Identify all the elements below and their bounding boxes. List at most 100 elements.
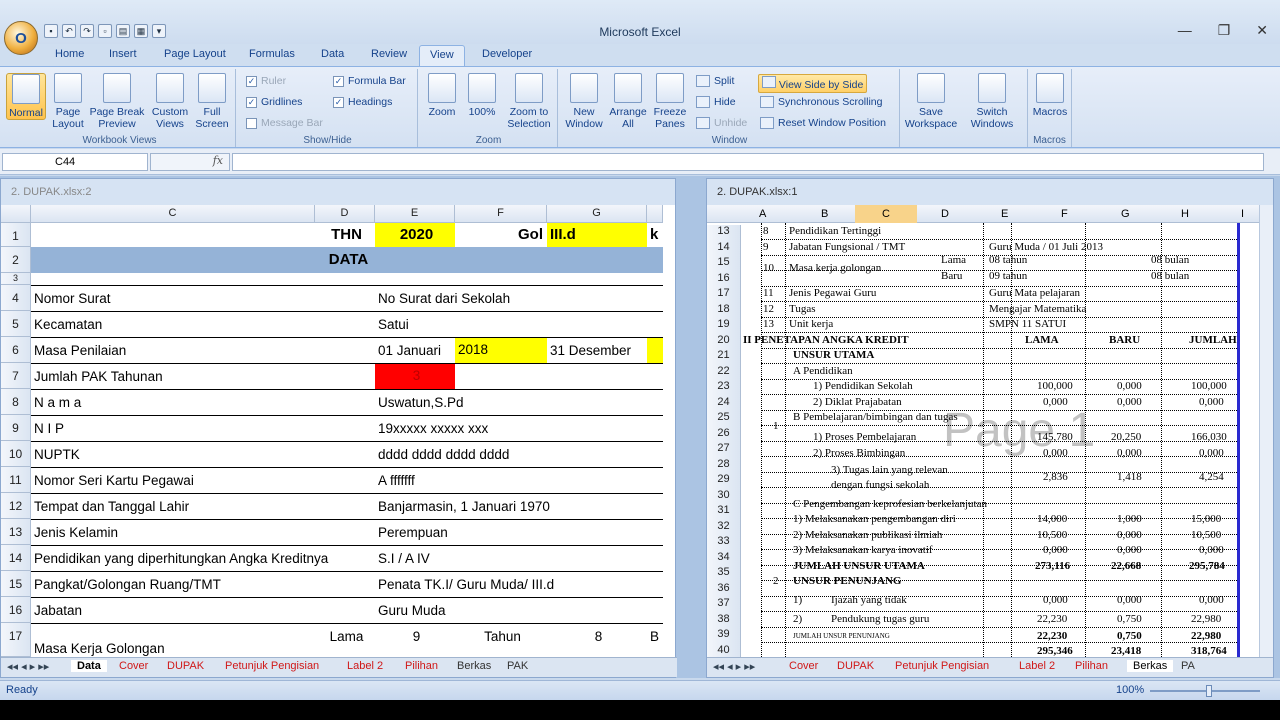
sheet-tab-cover[interactable]: Cover: [119, 660, 148, 672]
zoom-selection-button[interactable]: Zoom to Selection: [502, 73, 556, 130]
column-header[interactable]: I: [1241, 208, 1244, 220]
sheet-tab-dupak[interactable]: DUPAK: [167, 660, 204, 672]
tab-view[interactable]: View: [419, 45, 465, 67]
row-header[interactable]: 34: [707, 550, 741, 566]
label-cell[interactable]: Jumlah PAK Tahunan: [31, 367, 315, 387]
row-header[interactable]: 14: [1, 545, 31, 571]
value-cell[interactable]: No Surat dari Sekolah: [375, 289, 663, 309]
row-header[interactable]: 10: [1, 441, 31, 467]
row-header[interactable]: 14: [707, 240, 741, 256]
normal-view-button[interactable]: Normal: [6, 73, 46, 120]
sheet-tab-berkas[interactable]: Berkas: [457, 660, 491, 672]
value-cell[interactable]: Perempuan: [375, 523, 663, 543]
row-header[interactable]: 11: [1, 467, 31, 493]
value-cell[interactable]: Uswatun,S.Pd: [375, 393, 663, 413]
row-header[interactable]: 38: [707, 612, 741, 628]
full-screen-button[interactable]: Full Screen: [192, 73, 232, 130]
select-all-corner[interactable]: [1, 205, 31, 223]
label-cell[interactable]: Jabatan: [31, 601, 315, 621]
value-cell[interactable]: Banjarmasin, 1 Januari 1970: [375, 497, 663, 517]
split-button[interactable]: Split: [696, 75, 734, 87]
row-header[interactable]: 29: [707, 473, 741, 489]
row-header[interactable]: 33: [707, 535, 741, 551]
row-header[interactable]: 35: [707, 566, 741, 582]
tab-data[interactable]: Data: [321, 48, 344, 60]
new-window-button[interactable]: New Window: [562, 73, 606, 130]
column-header[interactable]: E: [1001, 208, 1008, 220]
tab-review[interactable]: Review: [371, 48, 407, 60]
lama-months[interactable]: 8: [547, 627, 647, 647]
row-header[interactable]: 22: [707, 364, 741, 380]
column-header[interactable]: D: [315, 205, 375, 223]
column-header[interactable]: G: [547, 205, 647, 223]
row-header[interactable]: 16: [1, 597, 31, 623]
zoom-level[interactable]: 100%: [1116, 684, 1144, 696]
column-header[interactable]: H: [1181, 208, 1189, 220]
sheet-tab-pak[interactable]: PA: [1181, 660, 1195, 672]
arrange-all-button[interactable]: Arrange All: [608, 73, 648, 130]
row-header[interactable]: 19: [707, 318, 741, 334]
page-layout-preview[interactable]: Page 1 8 Pendidikan Tertinggi 9 Jabatan Fun…: [743, 223, 1261, 657]
lama-years[interactable]: 9: [375, 627, 455, 647]
tab-scroll-arrows[interactable]: ◂◂ ◂ ▸ ▸▸: [7, 660, 49, 673]
row-header[interactable]: 25: [707, 411, 741, 427]
sheet-tab-pak[interactable]: PAK: [507, 660, 528, 672]
cell-year[interactable]: 2020: [375, 223, 455, 247]
row-header[interactable]: 17: [1, 623, 31, 657]
cell-thn-label[interactable]: THN: [315, 225, 375, 245]
tab-page-layout[interactable]: Page Layout: [164, 48, 226, 60]
minimize-button[interactable]: —: [1178, 22, 1192, 39]
label-cell[interactable]: Jenis Kelamin: [31, 523, 315, 543]
value-cell[interactable]: Guru Muda: [375, 601, 663, 621]
row-header[interactable]: 12: [1, 493, 31, 519]
value-cell[interactable]: 01 Januari: [375, 341, 455, 361]
row-header[interactable]: 1: [1, 223, 31, 247]
unhide-button[interactable]: Unhide: [696, 117, 747, 129]
sheet-tab-berkas[interactable]: Berkas: [1127, 660, 1174, 672]
sheet-grid[interactable]: C D E F G 1 2 3 4 5 6 7 8 9 10 11 12 13 …: [1, 205, 663, 657]
row-header[interactable]: 28: [707, 457, 741, 473]
freeze-panes-button[interactable]: Freeze Panes: [648, 73, 692, 130]
fx-icon[interactable]: fx: [150, 153, 230, 171]
message-bar-checkbox[interactable]: Message Bar: [246, 117, 323, 129]
row-header[interactable]: 5: [1, 311, 31, 337]
column-header[interactable]: B: [821, 208, 828, 220]
label-cell[interactable]: N a m a: [31, 393, 315, 413]
zoom-slider-thumb[interactable]: [1206, 685, 1212, 697]
sheet-tab-label2[interactable]: Label 2: [1019, 660, 1055, 672]
column-header[interactable]: [647, 205, 663, 223]
column-header[interactable]: E: [375, 205, 455, 223]
page-layout-view-button[interactable]: Page Layout: [48, 73, 88, 130]
tab-formulas[interactable]: Formulas: [249, 48, 295, 60]
row-header[interactable]: 18: [707, 302, 741, 318]
formula-input[interactable]: [232, 153, 1264, 171]
row-header[interactable]: 30: [707, 488, 741, 504]
sheet-tab-pilihan[interactable]: Pilihan: [405, 660, 438, 672]
value-cell[interactable]: 19xxxxx xxxxx xxx: [375, 419, 663, 439]
row-header[interactable]: 16: [707, 271, 741, 287]
reset-window-position-button[interactable]: Reset Window Position: [760, 117, 886, 129]
sheet-tab-petunjuk[interactable]: Petunjuk Pengisian: [895, 660, 989, 672]
label-cell[interactable]: Pangkat/Golongan Ruang/TMT: [31, 575, 315, 595]
custom-views-button[interactable]: Custom Views: [150, 73, 190, 130]
sheet-tab-petunjuk[interactable]: Petunjuk Pengisian: [225, 660, 319, 672]
view-side-by-side-button[interactable]: View Side by Side: [758, 74, 868, 93]
tab-developer[interactable]: Developer: [482, 48, 532, 60]
sheet-tab-data[interactable]: Data: [71, 660, 107, 672]
column-header[interactable]: G: [1121, 208, 1130, 220]
sheet-tab-pilihan[interactable]: Pilihan: [1075, 660, 1108, 672]
value-cell[interactable]: dddd dddd dddd dddd: [375, 445, 663, 465]
row-header[interactable]: 9: [1, 415, 31, 441]
data-banner[interactable]: DATA: [31, 247, 663, 273]
sheet-tab-cover[interactable]: Cover: [789, 660, 818, 672]
label-cell[interactable]: Pendidikan yang diperhitungkan Angka Kre…: [31, 549, 371, 569]
hide-button[interactable]: Hide: [696, 96, 736, 108]
cell-overflow[interactable]: k: [647, 225, 663, 245]
gridlines-checkbox[interactable]: ✓ Gridlines: [246, 96, 302, 108]
row-header[interactable]: 13: [707, 225, 741, 241]
formula-bar-checkbox[interactable]: ✓ Formula Bar: [333, 75, 406, 87]
column-header[interactable]: D: [941, 208, 949, 220]
column-header[interactable]: F: [1061, 208, 1068, 220]
row-header[interactable]: 13: [1, 519, 31, 545]
row-header[interactable]: 31: [707, 504, 741, 520]
